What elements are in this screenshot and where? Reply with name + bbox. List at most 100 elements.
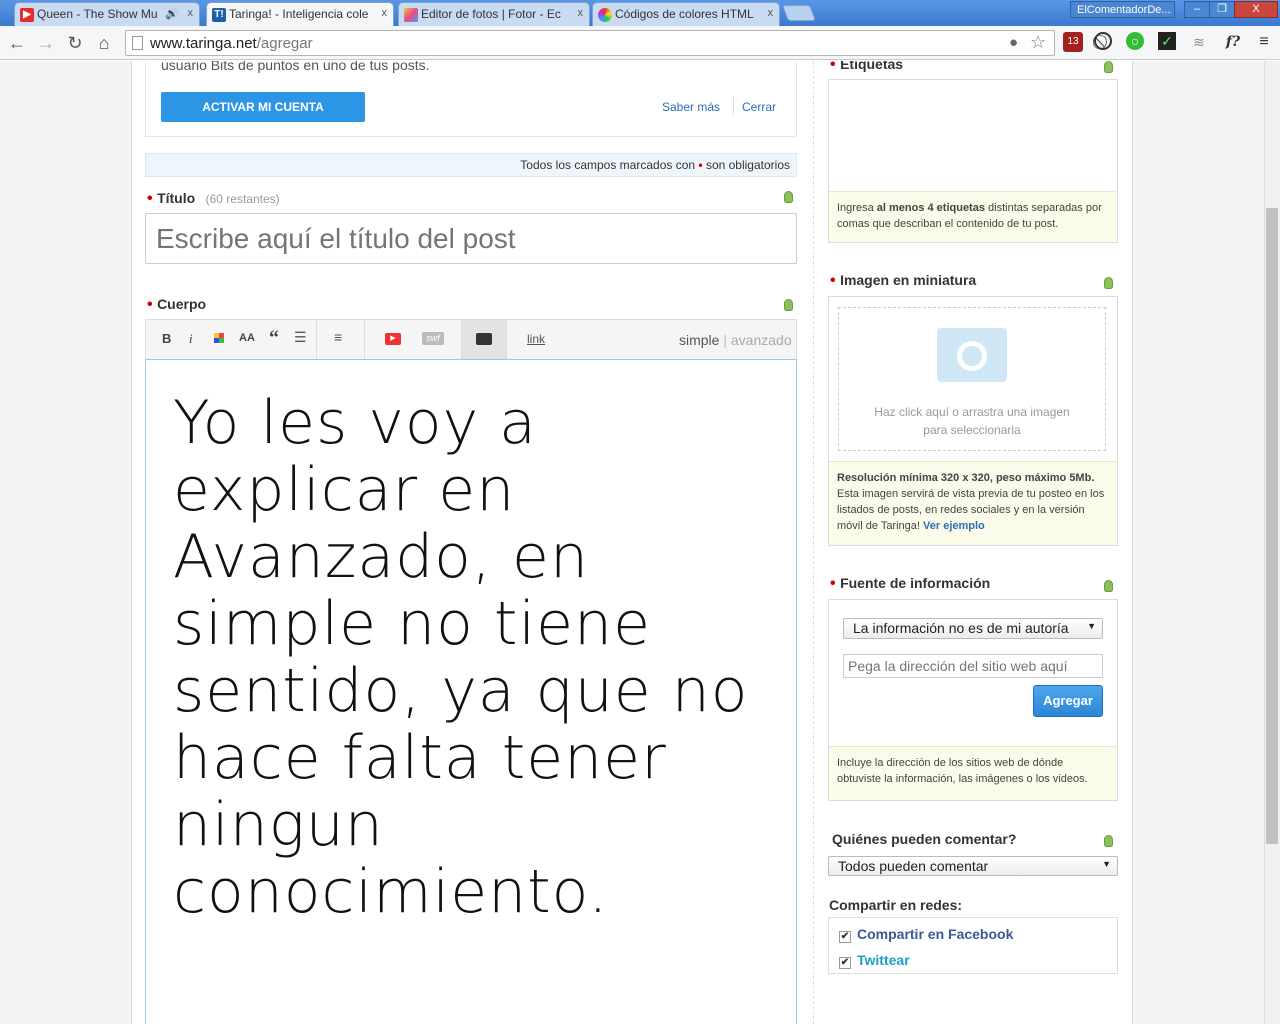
close-window-button[interactable]: X <box>1234 1 1278 18</box>
thumbnail-box: Haz click aquí o arrastra una imagen par… <box>828 296 1118 546</box>
help-bulb-icon[interactable] <box>784 191 793 203</box>
forward-icon[interactable]: → <box>34 31 58 55</box>
source-select[interactable]: La información no es de mi autoría ▼ <box>843 618 1103 639</box>
block-icon[interactable]: ⃠ <box>1094 32 1112 50</box>
checkbox-checked-icon[interactable]: ✔ <box>839 931 851 943</box>
help-bulb-icon[interactable] <box>1104 580 1113 592</box>
tags-input[interactable] <box>829 80 1117 191</box>
new-tab-button[interactable] <box>782 5 816 21</box>
source-label: Fuente de información <box>840 575 991 591</box>
note-text: son obligatorios <box>705 158 790 172</box>
tags-label-row: • Etiquetas <box>830 61 903 74</box>
italic-button[interactable]: i <box>189 331 193 347</box>
taringa-icon: T! <box>212 8 226 22</box>
wave-extension-icon[interactable]: ≋ <box>1189 32 1209 52</box>
address-bar[interactable]: www.taringa.net/agregar ● ☆ <box>125 30 1055 56</box>
learn-more-link[interactable]: Saber más <box>662 100 720 114</box>
page-icon <box>132 36 143 50</box>
mode-advanced-link[interactable]: avanzado <box>731 332 792 348</box>
reload-icon[interactable]: ↻ <box>63 31 87 55</box>
close-tab-icon[interactable]: x <box>382 7 388 19</box>
required-marker: • <box>147 190 153 207</box>
list-button-icon[interactable]: ☰ <box>294 329 307 346</box>
thumbnail-dropzone[interactable]: Haz click aquí o arrastra una imagen par… <box>838 307 1106 451</box>
back-icon[interactable]: ← <box>5 31 29 55</box>
close-banner-link[interactable]: Cerrar <box>742 100 776 114</box>
title-label: Título <box>157 190 196 206</box>
dropzone-line: Haz click aquí o arrastra una imagen <box>874 405 1070 419</box>
body-label: Cuerpo <box>157 296 207 312</box>
divider <box>733 97 734 115</box>
toolbar-divider <box>316 320 317 360</box>
thumbnail-label: Imagen en miniatura <box>840 272 977 288</box>
share-twitter-option[interactable]: ✔ Twittear <box>839 952 910 969</box>
profile-button[interactable]: ElComentadorDe... <box>1070 1 1175 18</box>
url-host: www.taringa.net <box>150 35 257 52</box>
tab-title: Taringa! - Inteligencia cole <box>229 7 369 21</box>
home-icon[interactable]: ⌂ <box>92 31 116 55</box>
share-label-text: Compartir en redes: <box>829 897 963 913</box>
f-extension-icon[interactable]: f? <box>1220 32 1246 52</box>
content-area: usuario Bits de puntos en uno de tus pos… <box>131 61 1133 1024</box>
activate-account-button[interactable]: ACTIVAR MI CUENTA <box>161 92 365 122</box>
green-extension-icon[interactable]: ○ <box>1126 32 1144 50</box>
source-box: La información no es de mi autoría ▼ Agr… <box>828 599 1118 801</box>
video-button-icon[interactable]: ▶ <box>385 333 401 345</box>
note-text: Todos los campos marcados con <box>520 158 696 172</box>
comments-select-value: Todos pueden comentar <box>838 858 989 874</box>
help-bulb-icon[interactable] <box>1104 835 1113 847</box>
tab-youtube[interactable]: ▶ Queen - The Show Mu 🔊 x <box>14 2 200 26</box>
align-button-icon[interactable]: ≡ <box>334 329 342 345</box>
bold-button[interactable]: B <box>162 331 171 346</box>
add-source-button[interactable]: Agregar <box>1033 685 1103 717</box>
close-tab-icon[interactable]: x <box>188 7 194 19</box>
minimize-button[interactable]: – <box>1184 1 1210 18</box>
editor-toolbar: B i AA “ ☰ ≡ ▶ swf link simple | avanzad… <box>145 319 797 360</box>
tab-colores[interactable]: Códigos de colores HTML x <box>592 2 780 26</box>
dropzone-line: para seleccionarla <box>923 423 1021 437</box>
camera-placeholder-icon <box>937 328 1007 382</box>
title-input[interactable] <box>145 213 797 264</box>
bookmark-star-icon[interactable]: ☆ <box>1030 32 1046 53</box>
close-tab-icon[interactable]: x <box>578 7 584 19</box>
lightbulb-icon[interactable]: ● <box>1009 34 1018 51</box>
mode-simple-link[interactable]: simple <box>679 332 719 348</box>
required-fields-note: Todos los campos marcados con • son obli… <box>145 153 797 177</box>
close-tab-icon[interactable]: x <box>768 7 774 19</box>
speaker-icon: 🔊 <box>165 8 179 20</box>
source-url-input[interactable] <box>843 654 1103 678</box>
share-facebook-option[interactable]: ✔ Compartir en Facebook <box>839 926 1013 943</box>
swf-button[interactable]: swf <box>422 332 444 345</box>
scrollbar-thumb[interactable] <box>1266 208 1278 844</box>
source-select-value: La información no es de mi autoría <box>853 620 1069 636</box>
help-bulb-icon[interactable] <box>784 299 793 311</box>
link-button[interactable]: link <box>527 332 545 346</box>
source-info: Incluye la dirección de los sitios web d… <box>829 746 1117 800</box>
tab-fotor[interactable]: Editor de fotos | Fotor - Ec x <box>398 2 590 26</box>
quote-button[interactable]: “ <box>269 327 279 350</box>
help-bulb-icon[interactable] <box>1104 277 1113 289</box>
checkbox-checked-icon[interactable]: ✔ <box>839 957 851 969</box>
help-bulb-icon[interactable] <box>1104 61 1113 73</box>
menu-icon[interactable]: ≡ <box>1254 32 1274 52</box>
comments-select[interactable]: Todos pueden comentar ▼ <box>828 856 1118 876</box>
tab-taringa[interactable]: T! Taringa! - Inteligencia cole x <box>206 2 394 27</box>
camera-icon[interactable] <box>476 333 492 345</box>
body-editor[interactable]: Yo les voy a explicar en Avanzado, en si… <box>145 359 797 1024</box>
activation-banner: usuario Bits de puntos en uno de tus pos… <box>145 61 797 137</box>
page-viewport: usuario Bits de puntos en uno de tus pos… <box>0 61 1264 1024</box>
ublock-icon[interactable]: 13 <box>1063 32 1083 52</box>
checkmark-extension-icon[interactable]: ✓ <box>1158 32 1176 50</box>
required-marker: • <box>830 272 836 289</box>
comments-label: Quiénes pueden comentar? <box>832 831 1016 849</box>
color-picker-icon[interactable] <box>214 333 224 343</box>
browser-titlebar: ▶ Queen - The Show Mu 🔊 x T! Taringa! - … <box>0 0 1280 27</box>
required-marker: • <box>147 296 153 313</box>
required-marker: • <box>830 575 836 592</box>
font-size-button[interactable]: AA <box>239 332 255 344</box>
see-example-link[interactable]: Ver ejemplo <box>923 520 985 532</box>
comments-label-text: Quiénes pueden comentar? <box>832 831 1017 847</box>
dropdown-arrow-icon: ▼ <box>1087 621 1096 631</box>
tags-info: Ingresa al menos 4 etiquetas distintas s… <box>829 191 1117 242</box>
restore-button[interactable]: ❐ <box>1209 1 1235 18</box>
